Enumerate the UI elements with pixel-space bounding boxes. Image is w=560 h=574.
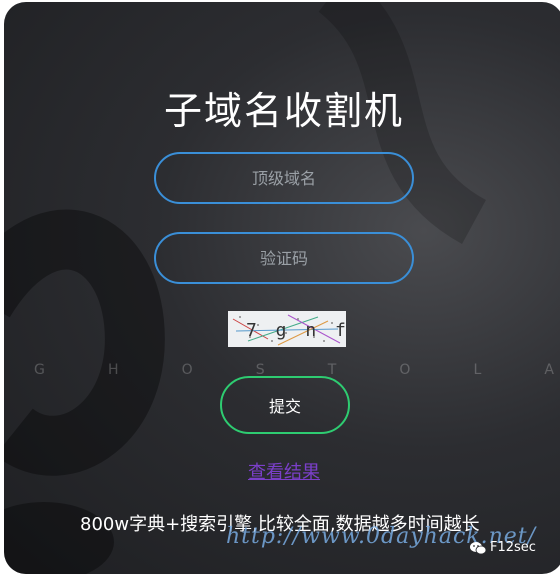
- domain-input[interactable]: [154, 152, 414, 204]
- watermark-letter: A: [544, 362, 554, 378]
- captcha-input[interactable]: [154, 232, 414, 284]
- page-title: 子域名收割机: [163, 89, 404, 133]
- submit-button[interactable]: 提交: [220, 376, 350, 434]
- watermark-letter: T: [327, 362, 337, 378]
- brand-label: F12sec: [490, 540, 536, 555]
- watermark-letter: H: [107, 362, 119, 378]
- watermark-letter: G: [34, 362, 45, 378]
- watermark-letter: L: [473, 362, 482, 378]
- captcha-image[interactable]: 7 g n f: [228, 311, 346, 347]
- watermark-letter: O: [399, 362, 411, 378]
- wechat-icon: [470, 541, 486, 554]
- view-results-link[interactable]: 查看结果: [4, 458, 560, 484]
- brand-badge: F12sec: [470, 540, 536, 555]
- watermark-letter: O: [181, 362, 193, 378]
- login-card: 子域名收割机 G H O S T O L A 7 g n f 提交 查看结果 8…: [4, 2, 560, 574]
- captcha-text: 7 g n f: [246, 320, 346, 341]
